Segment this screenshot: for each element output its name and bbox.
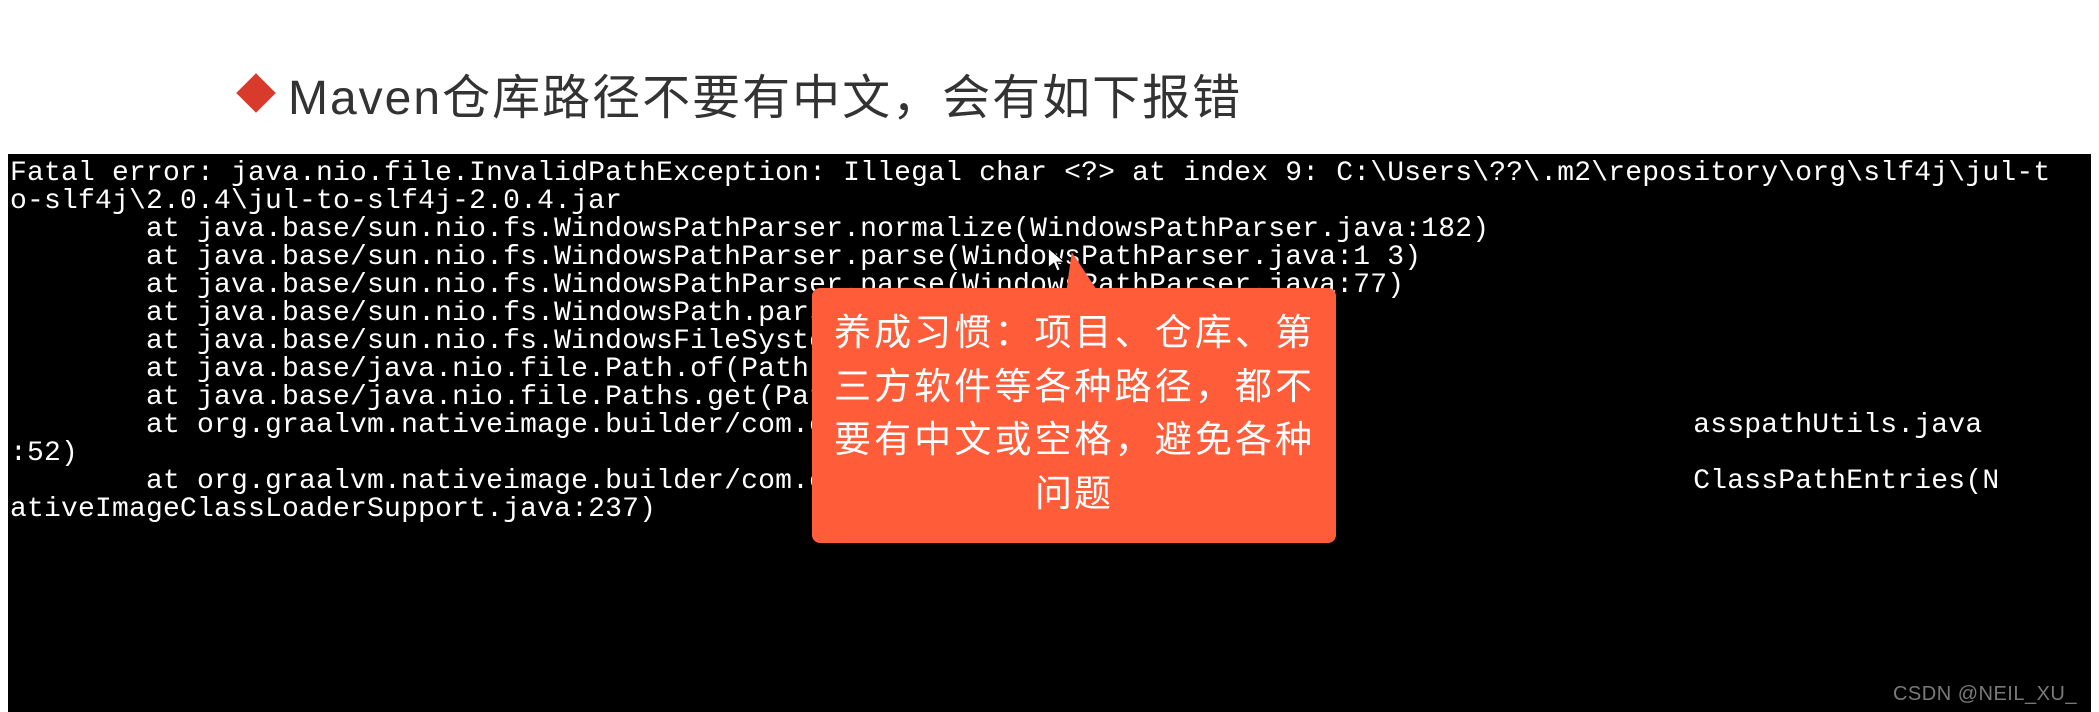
terminal-line: at java.base/sun.nio.fs.WindowsPathParse… [10, 216, 2089, 244]
terminal-line: at java.base/sun.nio.fs.WindowsPathParse… [10, 244, 2089, 272]
heading-text: Maven仓库路径不要有中文，会有如下报错 [288, 58, 1242, 128]
diamond-bullet-icon [236, 73, 276, 113]
heading-row: Maven仓库路径不要有中文，会有如下报错 [242, 58, 1242, 128]
callout-bubble: 养成习惯：项目、仓库、第三方软件等各种路径，都不要有中文或空格，避免各种问题 [812, 288, 1336, 543]
terminal-line: Fatal error: java.nio.file.InvalidPathEx… [10, 160, 2089, 188]
watermark-text: CSDN @NEIL_XU_ [1893, 683, 2077, 706]
terminal-line: o-slf4j\2.0.4\jul-to-slf4j-2.0.4.jar [10, 188, 2089, 216]
